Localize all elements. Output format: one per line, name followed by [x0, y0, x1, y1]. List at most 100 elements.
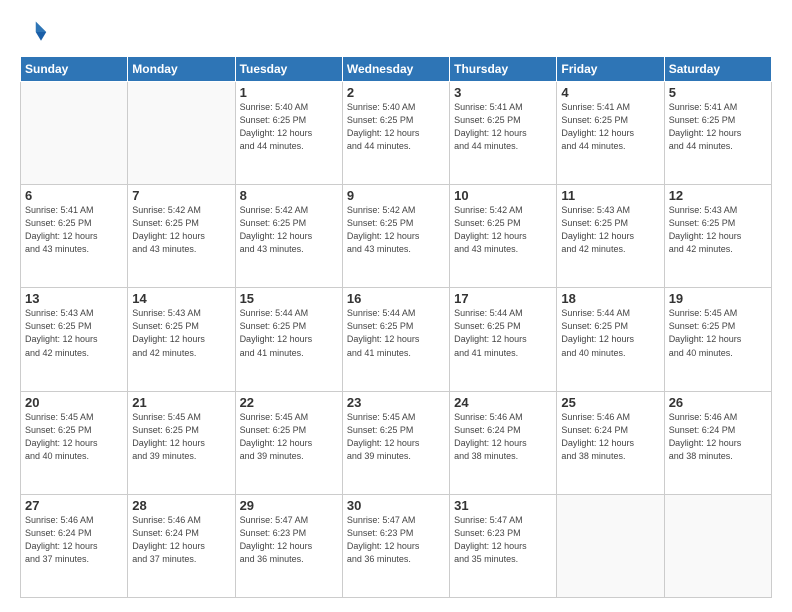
day-number: 21: [132, 395, 230, 410]
day-number: 11: [561, 188, 659, 203]
calendar-cell: [21, 82, 128, 185]
calendar-cell: 26Sunrise: 5:46 AM Sunset: 6:24 PM Dayli…: [664, 391, 771, 494]
calendar-cell: 21Sunrise: 5:45 AM Sunset: 6:25 PM Dayli…: [128, 391, 235, 494]
calendar-cell: 30Sunrise: 5:47 AM Sunset: 6:23 PM Dayli…: [342, 494, 449, 597]
day-info: Sunrise: 5:45 AM Sunset: 6:25 PM Dayligh…: [669, 307, 767, 359]
day-info: Sunrise: 5:47 AM Sunset: 6:23 PM Dayligh…: [347, 514, 445, 566]
day-info: Sunrise: 5:45 AM Sunset: 6:25 PM Dayligh…: [240, 411, 338, 463]
day-info: Sunrise: 5:42 AM Sunset: 6:25 PM Dayligh…: [347, 204, 445, 256]
day-number: 2: [347, 85, 445, 100]
day-info: Sunrise: 5:41 AM Sunset: 6:25 PM Dayligh…: [454, 101, 552, 153]
day-header-saturday: Saturday: [664, 57, 771, 82]
calendar-cell: 20Sunrise: 5:45 AM Sunset: 6:25 PM Dayli…: [21, 391, 128, 494]
day-number: 1: [240, 85, 338, 100]
day-number: 3: [454, 85, 552, 100]
calendar-cell: 5Sunrise: 5:41 AM Sunset: 6:25 PM Daylig…: [664, 82, 771, 185]
day-info: Sunrise: 5:44 AM Sunset: 6:25 PM Dayligh…: [240, 307, 338, 359]
day-number: 28: [132, 498, 230, 513]
calendar-cell: 16Sunrise: 5:44 AM Sunset: 6:25 PM Dayli…: [342, 288, 449, 391]
week-row-1: 1Sunrise: 5:40 AM Sunset: 6:25 PM Daylig…: [21, 82, 772, 185]
day-info: Sunrise: 5:43 AM Sunset: 6:25 PM Dayligh…: [669, 204, 767, 256]
day-info: Sunrise: 5:45 AM Sunset: 6:25 PM Dayligh…: [347, 411, 445, 463]
day-header-wednesday: Wednesday: [342, 57, 449, 82]
week-row-3: 13Sunrise: 5:43 AM Sunset: 6:25 PM Dayli…: [21, 288, 772, 391]
day-number: 16: [347, 291, 445, 306]
calendar-cell: 7Sunrise: 5:42 AM Sunset: 6:25 PM Daylig…: [128, 185, 235, 288]
day-header-tuesday: Tuesday: [235, 57, 342, 82]
calendar-cell: 24Sunrise: 5:46 AM Sunset: 6:24 PM Dayli…: [450, 391, 557, 494]
day-number: 13: [25, 291, 123, 306]
calendar-cell: 29Sunrise: 5:47 AM Sunset: 6:23 PM Dayli…: [235, 494, 342, 597]
calendar-cell: 4Sunrise: 5:41 AM Sunset: 6:25 PM Daylig…: [557, 82, 664, 185]
day-header-monday: Monday: [128, 57, 235, 82]
calendar-cell: 12Sunrise: 5:43 AM Sunset: 6:25 PM Dayli…: [664, 185, 771, 288]
calendar-cell: 13Sunrise: 5:43 AM Sunset: 6:25 PM Dayli…: [21, 288, 128, 391]
day-info: Sunrise: 5:46 AM Sunset: 6:24 PM Dayligh…: [454, 411, 552, 463]
day-info: Sunrise: 5:45 AM Sunset: 6:25 PM Dayligh…: [25, 411, 123, 463]
day-info: Sunrise: 5:40 AM Sunset: 6:25 PM Dayligh…: [240, 101, 338, 153]
day-number: 24: [454, 395, 552, 410]
day-number: 19: [669, 291, 767, 306]
day-info: Sunrise: 5:46 AM Sunset: 6:24 PM Dayligh…: [25, 514, 123, 566]
week-row-4: 20Sunrise: 5:45 AM Sunset: 6:25 PM Dayli…: [21, 391, 772, 494]
day-info: Sunrise: 5:45 AM Sunset: 6:25 PM Dayligh…: [132, 411, 230, 463]
day-info: Sunrise: 5:41 AM Sunset: 6:25 PM Dayligh…: [25, 204, 123, 256]
day-number: 7: [132, 188, 230, 203]
calendar-cell: 14Sunrise: 5:43 AM Sunset: 6:25 PM Dayli…: [128, 288, 235, 391]
calendar-cell: 19Sunrise: 5:45 AM Sunset: 6:25 PM Dayli…: [664, 288, 771, 391]
day-info: Sunrise: 5:46 AM Sunset: 6:24 PM Dayligh…: [132, 514, 230, 566]
day-info: Sunrise: 5:44 AM Sunset: 6:25 PM Dayligh…: [347, 307, 445, 359]
calendar-cell: [557, 494, 664, 597]
calendar-cell: 28Sunrise: 5:46 AM Sunset: 6:24 PM Dayli…: [128, 494, 235, 597]
week-row-2: 6Sunrise: 5:41 AM Sunset: 6:25 PM Daylig…: [21, 185, 772, 288]
day-number: 25: [561, 395, 659, 410]
day-number: 27: [25, 498, 123, 513]
calendar-cell: 10Sunrise: 5:42 AM Sunset: 6:25 PM Dayli…: [450, 185, 557, 288]
day-number: 20: [25, 395, 123, 410]
day-info: Sunrise: 5:40 AM Sunset: 6:25 PM Dayligh…: [347, 101, 445, 153]
calendar-table: SundayMondayTuesdayWednesdayThursdayFrid…: [20, 56, 772, 598]
day-number: 15: [240, 291, 338, 306]
calendar-cell: 31Sunrise: 5:47 AM Sunset: 6:23 PM Dayli…: [450, 494, 557, 597]
day-number: 8: [240, 188, 338, 203]
days-header-row: SundayMondayTuesdayWednesdayThursdayFrid…: [21, 57, 772, 82]
day-info: Sunrise: 5:42 AM Sunset: 6:25 PM Dayligh…: [454, 204, 552, 256]
calendar-cell: [128, 82, 235, 185]
day-info: Sunrise: 5:44 AM Sunset: 6:25 PM Dayligh…: [454, 307, 552, 359]
calendar-cell: 8Sunrise: 5:42 AM Sunset: 6:25 PM Daylig…: [235, 185, 342, 288]
day-number: 6: [25, 188, 123, 203]
calendar-cell: [664, 494, 771, 597]
day-number: 9: [347, 188, 445, 203]
day-info: Sunrise: 5:47 AM Sunset: 6:23 PM Dayligh…: [454, 514, 552, 566]
day-number: 18: [561, 291, 659, 306]
calendar-cell: 18Sunrise: 5:44 AM Sunset: 6:25 PM Dayli…: [557, 288, 664, 391]
day-info: Sunrise: 5:41 AM Sunset: 6:25 PM Dayligh…: [561, 101, 659, 153]
day-info: Sunrise: 5:44 AM Sunset: 6:25 PM Dayligh…: [561, 307, 659, 359]
day-number: 12: [669, 188, 767, 203]
day-number: 23: [347, 395, 445, 410]
day-info: Sunrise: 5:43 AM Sunset: 6:25 PM Dayligh…: [561, 204, 659, 256]
day-number: 10: [454, 188, 552, 203]
day-info: Sunrise: 5:46 AM Sunset: 6:24 PM Dayligh…: [669, 411, 767, 463]
day-info: Sunrise: 5:43 AM Sunset: 6:25 PM Dayligh…: [25, 307, 123, 359]
page: SundayMondayTuesdayWednesdayThursdayFrid…: [0, 0, 792, 612]
header: [20, 18, 772, 46]
day-info: Sunrise: 5:43 AM Sunset: 6:25 PM Dayligh…: [132, 307, 230, 359]
day-number: 22: [240, 395, 338, 410]
calendar-cell: 11Sunrise: 5:43 AM Sunset: 6:25 PM Dayli…: [557, 185, 664, 288]
calendar-cell: 1Sunrise: 5:40 AM Sunset: 6:25 PM Daylig…: [235, 82, 342, 185]
day-info: Sunrise: 5:42 AM Sunset: 6:25 PM Dayligh…: [240, 204, 338, 256]
calendar-cell: 9Sunrise: 5:42 AM Sunset: 6:25 PM Daylig…: [342, 185, 449, 288]
calendar-cell: 25Sunrise: 5:46 AM Sunset: 6:24 PM Dayli…: [557, 391, 664, 494]
day-header-sunday: Sunday: [21, 57, 128, 82]
calendar-cell: 17Sunrise: 5:44 AM Sunset: 6:25 PM Dayli…: [450, 288, 557, 391]
calendar-cell: 27Sunrise: 5:46 AM Sunset: 6:24 PM Dayli…: [21, 494, 128, 597]
day-number: 14: [132, 291, 230, 306]
calendar-cell: 15Sunrise: 5:44 AM Sunset: 6:25 PM Dayli…: [235, 288, 342, 391]
day-number: 29: [240, 498, 338, 513]
day-number: 4: [561, 85, 659, 100]
day-number: 26: [669, 395, 767, 410]
day-info: Sunrise: 5:47 AM Sunset: 6:23 PM Dayligh…: [240, 514, 338, 566]
day-number: 5: [669, 85, 767, 100]
logo-icon: [20, 18, 48, 46]
